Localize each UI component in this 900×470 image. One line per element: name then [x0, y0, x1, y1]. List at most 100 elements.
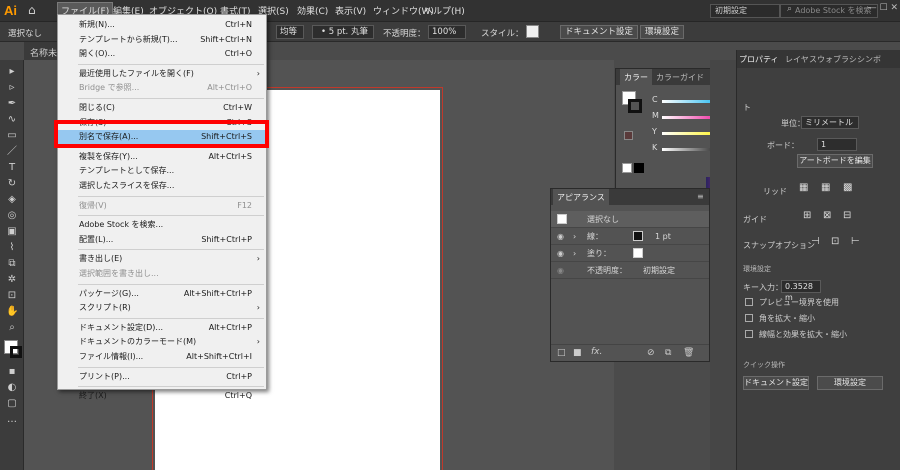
appearance-title-row[interactable]: 選択なし	[551, 211, 709, 228]
expand-arrow-icon[interactable]: ›	[573, 245, 576, 262]
file-menu-item[interactable]: プリント(P)... Ctrl+P	[58, 370, 266, 384]
eye-icon[interactable]: ◉	[557, 262, 564, 279]
shape-builder-icon[interactable]: ◎	[6, 210, 18, 222]
guide-clear-icon[interactable]: ⊟	[843, 210, 851, 221]
appearance-fill-row[interactable]: ◉ › 塗り：	[551, 245, 709, 262]
quick-prefs-button[interactable]: 環境設定	[817, 376, 883, 390]
trash-icon[interactable]: 🗑	[683, 348, 694, 358]
transparency-grid-icon[interactable]: ▩	[843, 182, 852, 193]
gradient-tool-icon[interactable]: ▣	[6, 226, 18, 238]
file-menu-item[interactable]: ドキュメント設定(D)... Alt+Ctrl+P	[58, 321, 266, 335]
fill-swatch[interactable]	[633, 248, 643, 258]
pixel-grid-icon[interactable]: ▦	[821, 182, 830, 193]
snap-pixel-icon[interactable]: ⊢	[851, 236, 860, 247]
file-menu-item[interactable]: 書き出し(E) ›	[58, 252, 266, 266]
guide-lock-icon[interactable]: ⊠	[823, 210, 831, 221]
file-menu-item[interactable]: 終了(X) Ctrl+Q	[58, 389, 266, 403]
artboard-tool-icon[interactable]: ⊡	[6, 290, 18, 302]
duplicate-icon[interactable]: ⧉	[665, 348, 671, 358]
eyedropper-tool-icon[interactable]: ⌇	[6, 242, 18, 254]
workspace-switcher[interactable]: 初期設定	[710, 4, 780, 18]
tab-color[interactable]: カラー	[620, 69, 652, 85]
tab-color-guide[interactable]: カラーガイド	[656, 72, 704, 83]
file-menu-item[interactable]: 新規(N)... Ctrl+N	[58, 18, 266, 32]
black-swatch[interactable]	[634, 163, 644, 173]
expand-arrow-icon[interactable]: ›	[573, 228, 576, 245]
prefs-button[interactable]: 環境設定	[640, 25, 685, 39]
tab-brushes[interactable]: ブラシ	[833, 54, 857, 65]
clear-icon[interactable]: ⊘	[647, 348, 655, 358]
eraser-tool-icon[interactable]: ◈	[6, 194, 18, 206]
rectangle-tool-icon[interactable]: ▭	[6, 130, 18, 142]
file-menu-item[interactable]: 配置(L)... Shift+Ctrl+P	[58, 233, 266, 247]
snap-point-icon[interactable]: ⊣	[811, 236, 820, 247]
scale-corners-checkbox[interactable]	[745, 314, 753, 322]
type-tool-icon[interactable]: T	[6, 162, 18, 174]
zoom-tool-icon[interactable]: ⌕	[6, 322, 18, 334]
screen-mode-icon[interactable]: ▢	[6, 398, 18, 410]
edit-artboard-button[interactable]: アートボードを編集	[797, 154, 873, 168]
file-menu-item[interactable]: スクリプト(R) ›	[58, 301, 266, 315]
brush-select[interactable]: • 5 pt. 丸筆	[312, 25, 374, 39]
tab-swatches[interactable]: スウォ	[809, 54, 833, 65]
appearance-stroke-row[interactable]: ◉ › 線： 1 pt	[551, 228, 709, 245]
color-stroke-swatch[interactable]	[628, 99, 642, 113]
unit-select[interactable]: ミリメートル	[801, 116, 859, 129]
stroke-swatch[interactable]	[10, 346, 22, 358]
blend-tool-icon[interactable]: ⧉	[6, 258, 18, 270]
opacity-value[interactable]: 初期設定	[643, 262, 675, 279]
menu-view[interactable]: 表示(V)	[335, 4, 366, 17]
none-swatch[interactable]	[622, 163, 632, 173]
color-out-of-gamut-icon[interactable]	[624, 131, 633, 140]
grid-icon[interactable]: ▦	[799, 182, 808, 193]
new-stroke-icon[interactable]: □	[557, 348, 566, 358]
curvature-tool-icon[interactable]: ∿	[6, 114, 18, 126]
file-menu-item[interactable]: 開く(O)... Ctrl+O	[58, 47, 266, 61]
color-mode-icon[interactable]: ▪	[6, 366, 18, 378]
eye-icon[interactable]: ◉	[557, 228, 564, 245]
style-swatch[interactable]	[526, 25, 539, 38]
appearance-opacity-row[interactable]: ◉ 不透明度： 初期設定	[551, 262, 709, 279]
scale-strokes-checkbox[interactable]	[745, 330, 753, 338]
key-input-field[interactable]: 0.3528 m	[781, 280, 821, 302]
stroke-value[interactable]: 1 pt	[655, 228, 671, 245]
more-tools-icon[interactable]: …	[6, 414, 18, 426]
file-menu-item[interactable]: パッケージ(G)... Alt+Shift+Ctrl+P	[58, 287, 266, 301]
new-fill-icon[interactable]: ■	[573, 348, 582, 358]
file-menu-item[interactable]: Adobe Stock を検索...	[58, 218, 266, 232]
home-icon[interactable]: ⌂	[28, 3, 36, 17]
stroke-style-select[interactable]: 均等	[276, 25, 304, 39]
quick-doc-setup-button[interactable]: ドキュメント設定	[743, 376, 809, 390]
panel-menu-icon[interactable]: ≡	[697, 192, 704, 201]
file-menu-item[interactable]: テンプレートから新規(T)... Shift+Ctrl+N	[58, 33, 266, 47]
file-menu-item[interactable]: 最近使用したファイルを開く(F) ›	[58, 67, 266, 81]
tab-layers[interactable]: レイヤ	[785, 54, 809, 65]
paintbrush-tool-icon[interactable]: ／	[6, 146, 18, 158]
tab-properties[interactable]: プロパティ	[739, 54, 779, 65]
file-menu-item[interactable]: 選択したスライスを保存...	[58, 179, 266, 193]
stock-search-input[interactable]: Adobe Stock を検索	[780, 4, 878, 18]
guide-show-icon[interactable]: ⊞	[803, 210, 811, 221]
artboard-select[interactable]: 1	[817, 138, 857, 151]
draw-mode-icon[interactable]: ◐	[6, 382, 18, 394]
pen-tool-icon[interactable]: ✒	[6, 98, 18, 110]
file-menu-item[interactable]: 複製を保存(Y)... Alt+Ctrl+S	[58, 150, 266, 164]
doc-setup-button[interactable]: ドキュメント設定	[560, 25, 639, 39]
menu-help[interactable]: ヘルプ(H)	[424, 4, 465, 17]
preview-bounds-checkbox[interactable]	[745, 298, 753, 306]
window-controls-icon[interactable]: — ☐ ✕	[868, 3, 898, 13]
menu-effect[interactable]: 効果(C)	[297, 4, 328, 17]
eye-icon[interactable]: ◉	[557, 245, 564, 262]
hand-tool-icon[interactable]: ✋	[6, 306, 18, 318]
direct-select-tool-icon[interactable]: ▹	[6, 82, 18, 94]
file-menu-item[interactable]: テンプレートとして保存...	[58, 164, 266, 178]
selection-tool-icon[interactable]: ▸	[6, 66, 18, 78]
file-menu-item[interactable]: ドキュメントのカラーモード(M) ›	[58, 335, 266, 349]
stroke-swatch[interactable]	[633, 231, 643, 241]
file-menu-item[interactable]: ファイル情報(I)... Alt+Shift+Ctrl+I	[58, 350, 266, 364]
symbol-sprayer-icon[interactable]: ✲	[6, 274, 18, 286]
rotate-tool-icon[interactable]: ↻	[6, 178, 18, 190]
fx-icon[interactable]: fx.	[591, 347, 602, 357]
snap-glyph-icon[interactable]: ⊡	[831, 236, 839, 247]
opacity-input[interactable]: 100%	[428, 25, 466, 39]
